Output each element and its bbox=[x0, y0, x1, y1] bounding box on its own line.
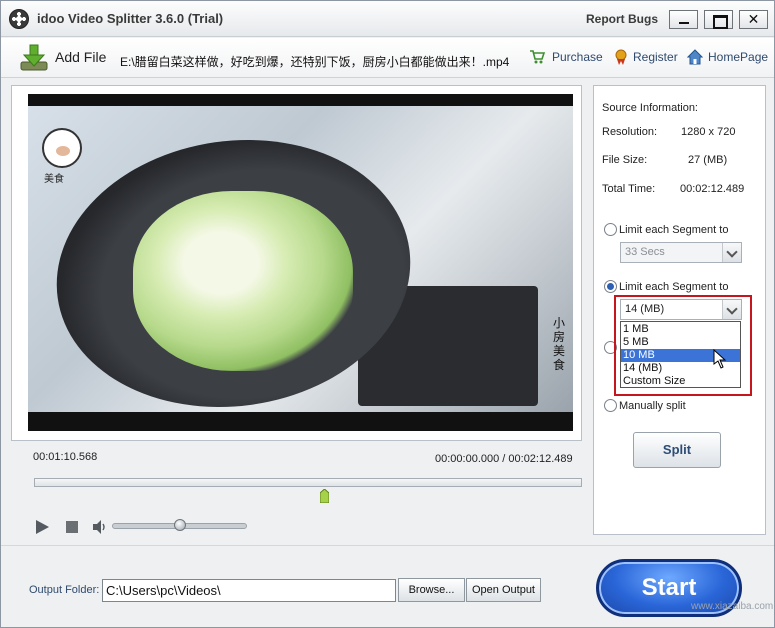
cart-icon bbox=[530, 50, 545, 64]
video-image: 美食 小房美食 bbox=[28, 106, 573, 430]
filesize-label: File Size: bbox=[602, 154, 648, 166]
output-folder-label: Output Folder: bbox=[29, 584, 100, 596]
radio-limit-time-label: Limit each Segment to bbox=[619, 224, 729, 236]
time-limit-value: 33 Secs bbox=[625, 246, 665, 258]
timeline-marker-icon[interactable] bbox=[320, 489, 330, 503]
register-link[interactable]: Register bbox=[633, 50, 678, 64]
app-window: idoo Video Splitter 3.6.0 (Trial) Report… bbox=[0, 0, 775, 628]
close-button[interactable]: ✕ bbox=[739, 10, 768, 29]
totaltime-label: Total Time: bbox=[602, 183, 656, 195]
annotation-highlight-box bbox=[614, 295, 752, 396]
time-limit-select[interactable]: 33 Secs bbox=[620, 242, 742, 263]
maximize-button[interactable] bbox=[704, 10, 733, 29]
video-preview-panel: 美食 小房美食 bbox=[11, 85, 582, 441]
volume-thumb[interactable] bbox=[173, 519, 186, 531]
timeline-track[interactable] bbox=[34, 478, 582, 487]
title-bar: idoo Video Splitter 3.6.0 (Trial) Report… bbox=[1, 1, 774, 37]
current-file-path: E:\腊留白菜这样做，好吃到爆，还特别下饭，厨房小白都能做出来！.mp4 bbox=[120, 55, 510, 69]
current-time: 00:01:10.568 bbox=[33, 451, 98, 463]
video-watermark-right: 小房美食 bbox=[553, 316, 566, 372]
purchase-link[interactable]: Purchase bbox=[552, 50, 603, 64]
video-frame[interactable]: 美食 小房美食 bbox=[28, 94, 573, 431]
report-bugs-link[interactable]: Report Bugs bbox=[586, 12, 658, 26]
add-file-label: Add File bbox=[55, 49, 107, 65]
register-ribbon-icon bbox=[615, 49, 627, 65]
film-reel-icon bbox=[9, 9, 29, 29]
home-icon bbox=[687, 49, 703, 65]
minimize-button[interactable] bbox=[669, 10, 698, 29]
source-info-header: Source Information: bbox=[602, 102, 698, 114]
time-range: 00:00:00.000 / 00:02:12.489 bbox=[435, 453, 573, 465]
open-output-button[interactable]: Open Output bbox=[466, 578, 541, 602]
cabbage-shape bbox=[133, 191, 353, 371]
toolbar: Add File E:\腊留白菜这样做，好吃到爆，还特别下饭，厨房小白都能做出来… bbox=[1, 38, 774, 78]
speaker-icon[interactable] bbox=[92, 519, 108, 535]
radio-limit-size[interactable] bbox=[604, 280, 617, 293]
split-button[interactable]: Split bbox=[633, 432, 721, 468]
window-title: idoo Video Splitter 3.6.0 (Trial) bbox=[37, 11, 224, 26]
totaltime-value: 00:02:12.489 bbox=[680, 183, 745, 195]
video-watermark-left: 美食 bbox=[44, 174, 64, 185]
radio-limit-time[interactable] bbox=[604, 223, 617, 236]
output-folder-input[interactable]: C:\Users\pc\Videos\ bbox=[102, 579, 396, 602]
resolution-label: Resolution: bbox=[602, 126, 658, 138]
play-icon[interactable] bbox=[34, 519, 50, 535]
filesize-value: 27 (MB) bbox=[688, 154, 728, 166]
chef-logo-icon bbox=[42, 128, 82, 168]
resolution-value: 1280 x 720 bbox=[681, 126, 736, 138]
radio-manual-split-label: Manually split bbox=[619, 400, 686, 412]
radio-manual-split[interactable] bbox=[604, 399, 617, 412]
browse-button[interactable]: Browse... bbox=[398, 578, 465, 602]
stop-icon[interactable] bbox=[66, 521, 78, 533]
download-icon bbox=[20, 44, 48, 71]
radio-limit-size-label: Limit each Segment to bbox=[619, 281, 729, 293]
chevron-down-icon bbox=[722, 243, 741, 262]
homepage-link[interactable]: HomePage bbox=[708, 50, 768, 64]
close-icon: ✕ bbox=[747, 11, 760, 27]
site-watermark: www.xiazaiba.com bbox=[691, 601, 774, 612]
